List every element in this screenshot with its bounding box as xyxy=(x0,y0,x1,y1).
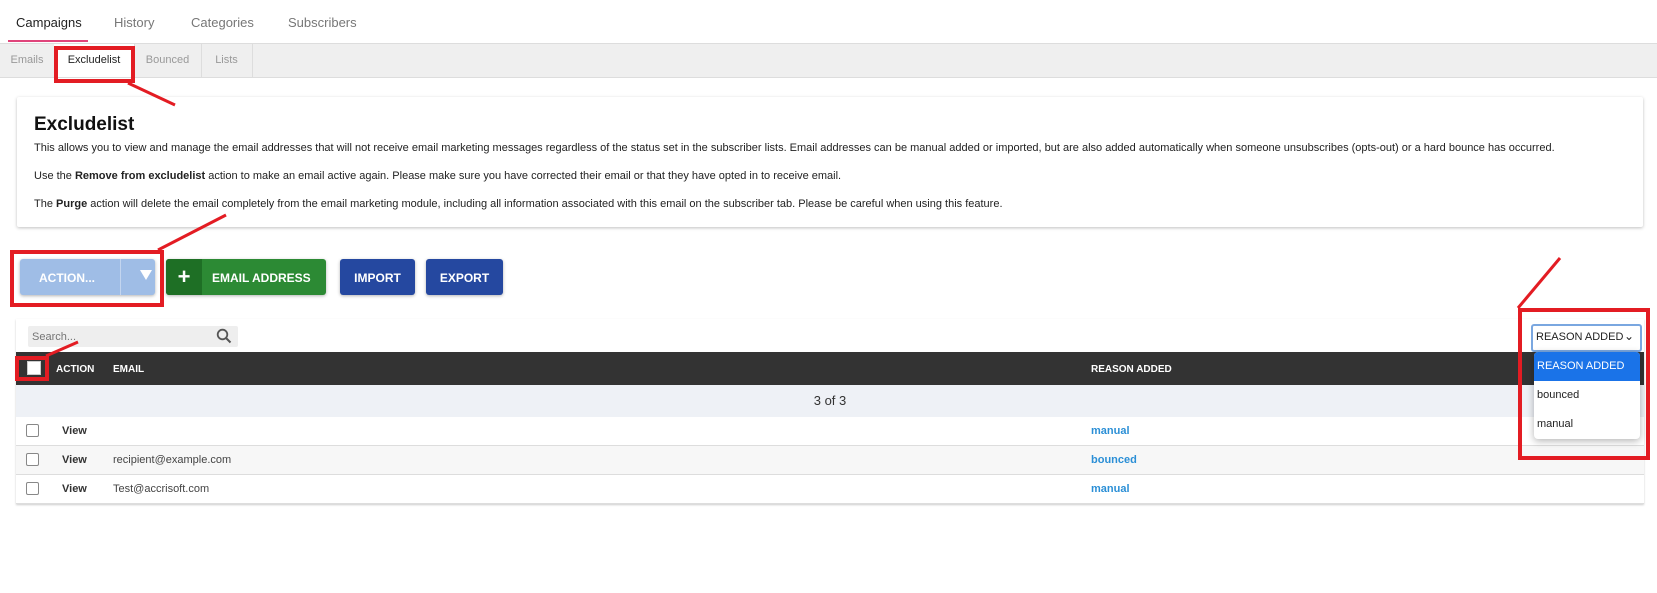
annotation-box-action xyxy=(10,250,164,307)
row-email: recipient@example.com xyxy=(113,454,232,466)
result-count: 3 of 3 xyxy=(16,385,1644,418)
view-link[interactable]: View xyxy=(62,425,87,437)
info-paragraph-2: Use the Remove from excludelist action t… xyxy=(34,170,842,182)
subtab-lists[interactable]: Lists xyxy=(201,44,253,77)
header-reason-added[interactable]: REASON ADDED xyxy=(1091,364,1172,375)
search-icon[interactable] xyxy=(216,328,232,344)
sub-tab-bar: Emails Excludelist Bounced Lists xyxy=(0,43,1657,78)
export-button[interactable]: EXPORT xyxy=(426,259,503,295)
subtab-emails[interactable]: Emails xyxy=(0,44,55,77)
info-paragraph-3: The Purge action will delete the email c… xyxy=(34,198,1003,210)
table-row: View manual xyxy=(16,417,1644,446)
top-tab-bar: Campaigns History Categories Subscribers xyxy=(0,0,1657,43)
tab-categories[interactable]: Categories xyxy=(191,15,254,30)
row-reason: bounced xyxy=(1091,454,1137,466)
import-label: IMPORT xyxy=(354,271,401,285)
import-button[interactable]: IMPORT xyxy=(340,259,415,295)
annotation-box-filter xyxy=(1518,308,1650,460)
active-tab-indicator xyxy=(8,40,88,42)
search-box xyxy=(28,326,238,347)
export-label: EXPORT xyxy=(439,271,490,285)
annotation-box-checkbox xyxy=(15,356,49,381)
row-checkbox[interactable] xyxy=(26,424,39,437)
view-link[interactable]: View xyxy=(62,483,87,495)
table-row: View recipient@example.com bounced xyxy=(16,446,1644,475)
info-paragraph-1: This allows you to view and manage the e… xyxy=(34,142,1555,154)
page-title: Excludelist xyxy=(34,114,135,135)
row-checkbox[interactable] xyxy=(26,482,39,495)
row-checkbox[interactable] xyxy=(26,453,39,466)
row-reason: manual xyxy=(1091,425,1130,437)
header-action: ACTION xyxy=(56,364,95,375)
annotation-arrows xyxy=(45,81,1562,358)
table-row: View Test@accrisoft.com manual xyxy=(16,475,1644,504)
row-email: Test@accrisoft.com xyxy=(113,483,210,495)
add-email-address-button[interactable]: + EMAIL ADDRESS xyxy=(166,259,326,295)
subtab-bounced[interactable]: Bounced xyxy=(134,44,202,77)
tab-campaigns[interactable]: Campaigns xyxy=(16,15,82,30)
add-email-label: EMAIL ADDRESS xyxy=(212,271,311,285)
plus-icon: + xyxy=(166,259,202,295)
view-link[interactable]: View xyxy=(62,454,87,466)
header-email[interactable]: EMAIL xyxy=(113,364,144,375)
info-card: Excludelist This allows you to view and … xyxy=(17,97,1643,227)
row-reason: manual xyxy=(1091,483,1130,495)
search-input[interactable] xyxy=(32,328,202,345)
annotation-box-excludelist xyxy=(54,46,135,83)
tab-history[interactable]: History xyxy=(114,15,154,30)
table-header: ACTION EMAIL REASON ADDED xyxy=(16,352,1644,385)
tab-subscribers[interactable]: Subscribers xyxy=(288,15,357,30)
